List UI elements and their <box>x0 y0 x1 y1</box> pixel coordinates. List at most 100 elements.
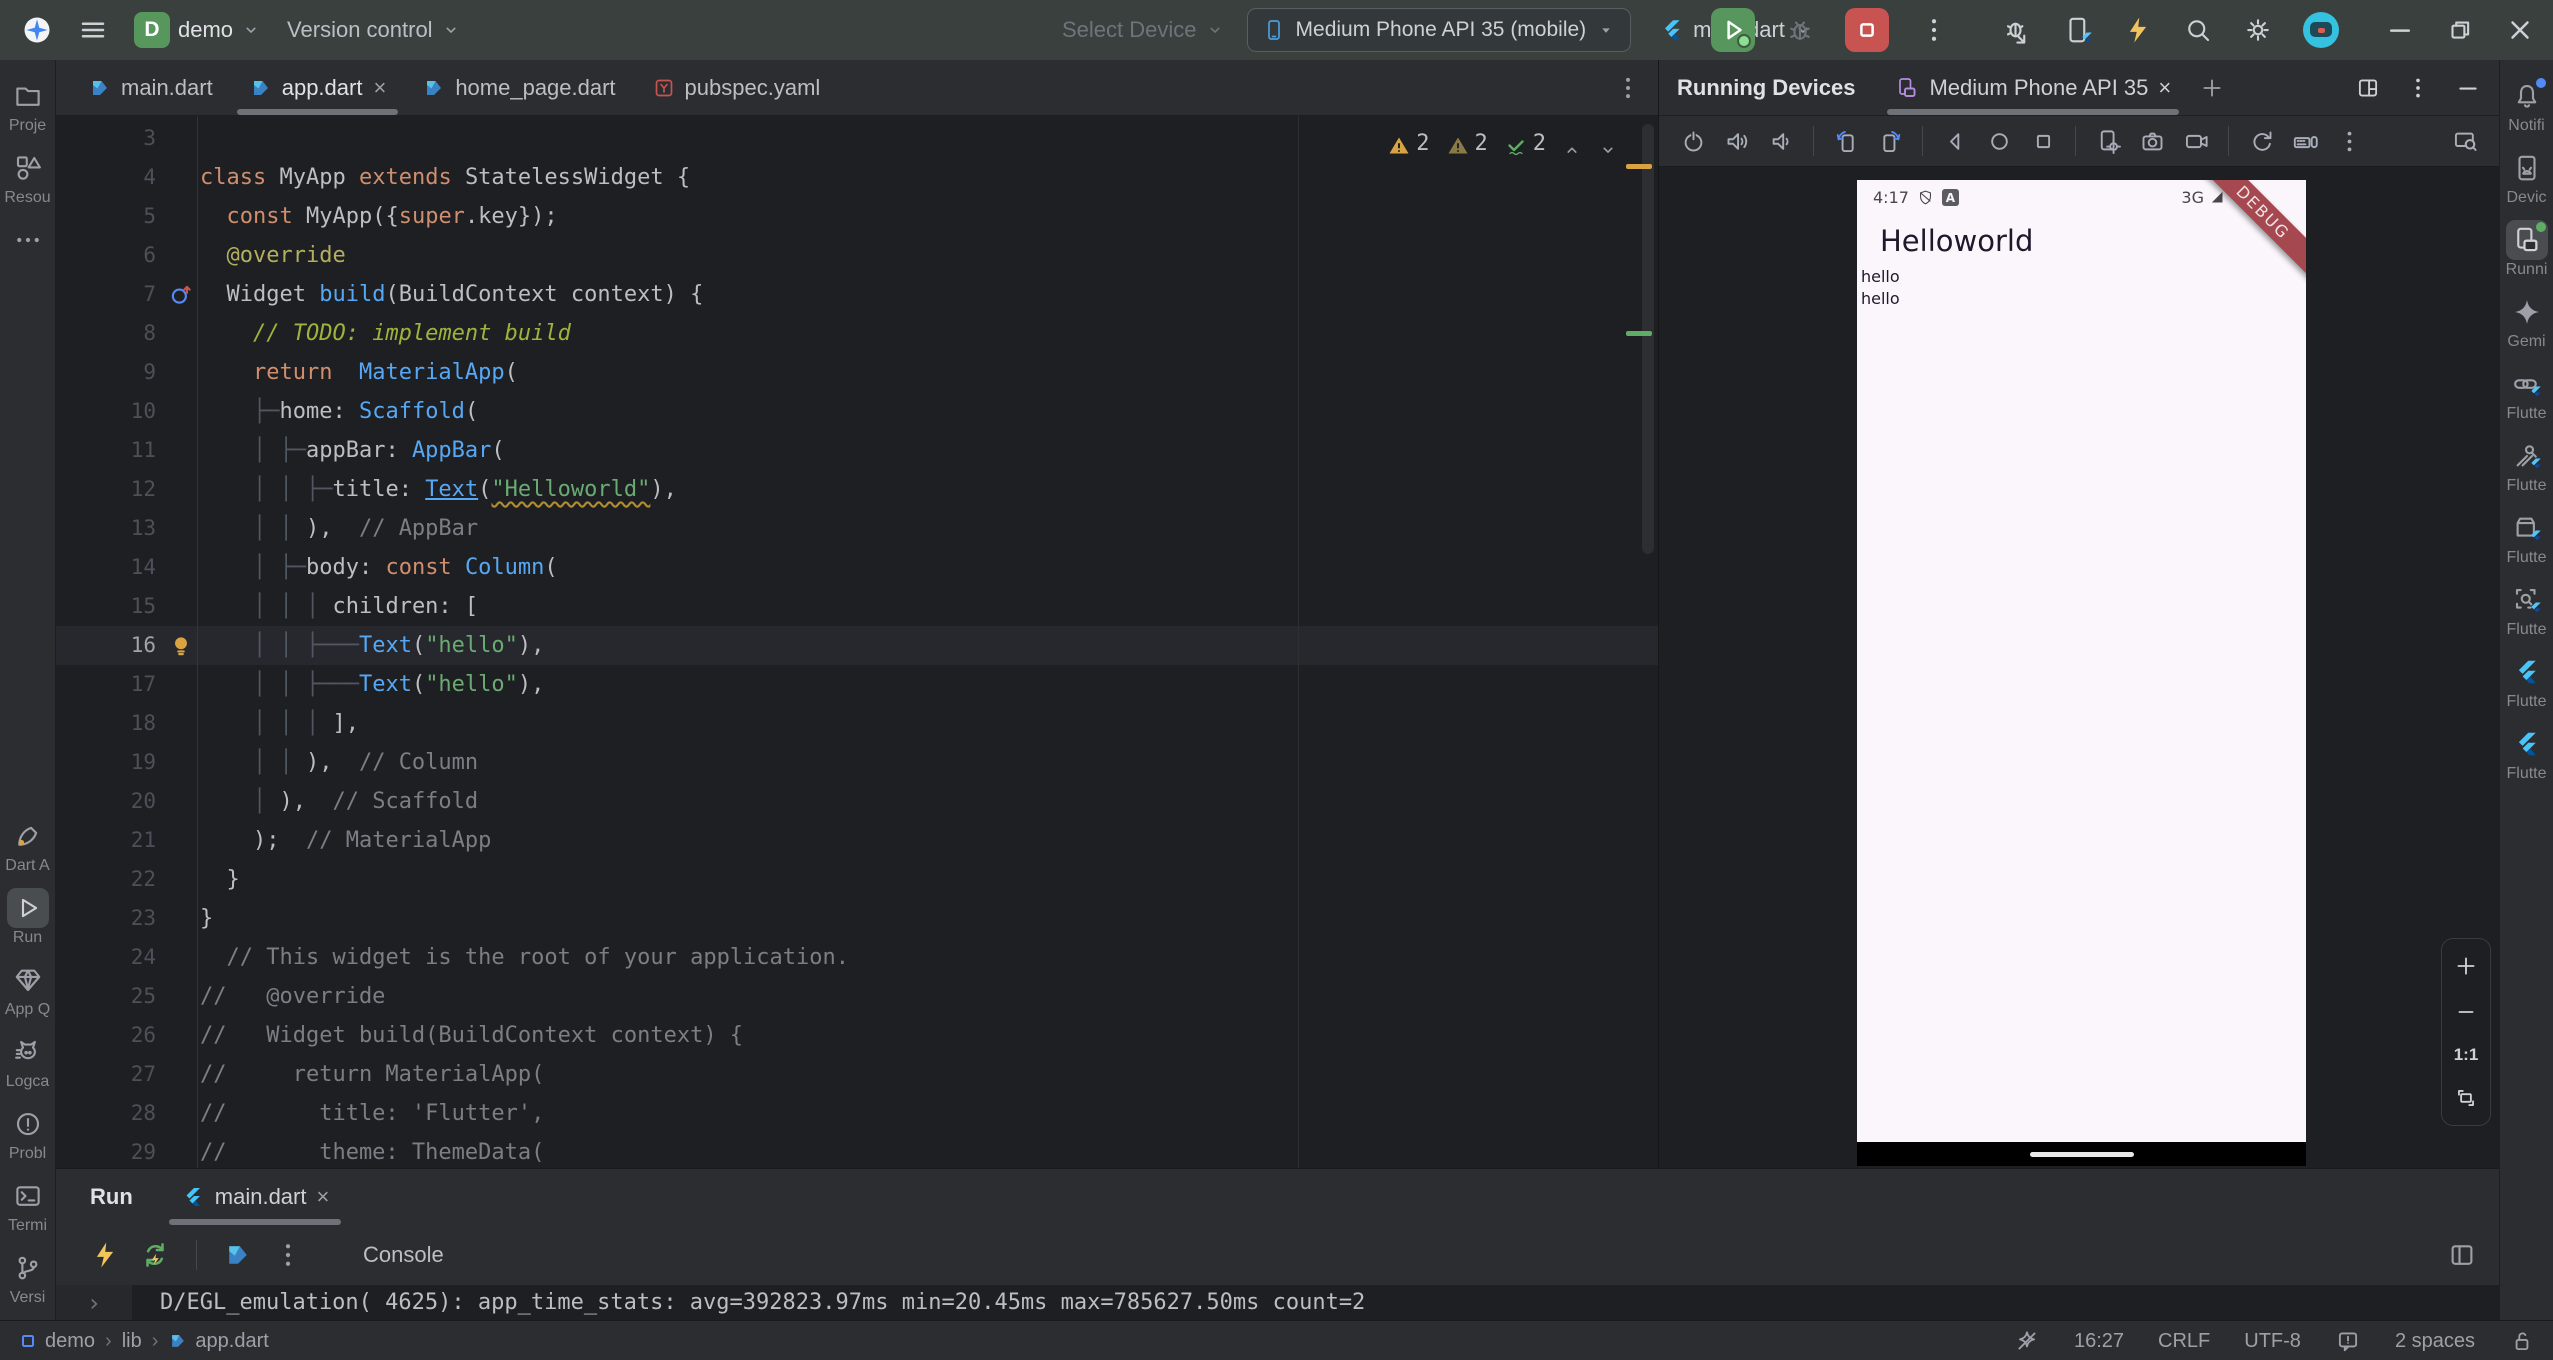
tool-window-button-terminal[interactable]: Termi <box>0 1176 55 1235</box>
editor-tab-app.dart[interactable]: app.dart× <box>231 60 405 115</box>
tool-window-button-more-tool-windows[interactable] <box>0 220 55 261</box>
zoom-out-button[interactable] <box>2453 999 2479 1025</box>
run-tab[interactable]: main.dart × <box>169 1169 342 1225</box>
code-line-27[interactable]: 27// return MaterialApp( <box>56 1055 1658 1094</box>
tool-window-button-notifications[interactable]: Notifi <box>2500 76 2553 135</box>
tool-window-button-flutter-tool[interactable]: Flutte <box>2500 724 2553 783</box>
project-widget[interactable]: D demo <box>134 12 261 48</box>
stop-button[interactable] <box>1845 8 1889 52</box>
code-line-9[interactable]: 9 return MaterialApp( <box>56 353 1658 392</box>
error-stripe-warning-mark[interactable] <box>1626 164 1652 169</box>
tool-window-button-gemini[interactable]: Gemi <box>2500 292 2553 351</box>
tool-window-button-flutter-outline[interactable]: Flutte <box>2500 508 2553 567</box>
flutter-attach-button[interactable] <box>2063 15 2093 45</box>
breadcrumb-item-app.dart[interactable]: app.dart <box>168 1330 268 1353</box>
more-actions-button[interactable] <box>1919 15 1949 45</box>
encoding-indicator[interactable]: UTF-8 <box>2244 1330 2301 1353</box>
tab-options-button[interactable] <box>1614 74 1642 102</box>
console-tab[interactable]: Console <box>363 1242 444 1268</box>
tool-window-button-flutter-performance[interactable]: Flutte <box>2500 652 2553 711</box>
breadcrumb-item-demo[interactable]: demo <box>18 1330 95 1353</box>
editor-tab-pubspec.yaml[interactable]: pubspec.yaml <box>634 60 839 115</box>
tool-window-button-flutter-deep-links[interactable]: Flutte <box>2500 364 2553 423</box>
highlighting-level-icon[interactable] <box>2335 1328 2361 1354</box>
tool-window-button-running-devices[interactable]: Runni <box>2500 220 2553 279</box>
write-access-icon[interactable] <box>2509 1328 2535 1354</box>
code-line-8[interactable]: 8 // TODO: implement build <box>56 314 1658 353</box>
code-line-22[interactable]: 22 } <box>56 860 1658 899</box>
code-line-26[interactable]: 26// Widget build(BuildContext context) … <box>56 1016 1658 1055</box>
search-everywhere-button[interactable] <box>2183 15 2213 45</box>
close-tab-icon[interactable]: × <box>2158 75 2171 101</box>
code-line-10[interactable]: 10 ├─home: Scaffold( <box>56 392 1658 431</box>
error-stripe-ok-mark[interactable] <box>1626 331 1652 336</box>
code-line-23[interactable]: 23} <box>56 899 1658 938</box>
device-selector[interactable]: Medium Phone API 35 (mobile) <box>1247 8 1632 52</box>
close-button[interactable] <box>2505 15 2535 45</box>
override-marker-icon[interactable] <box>168 281 200 309</box>
code-line-4[interactable]: 4class MyApp extends StatelessWidget { <box>56 158 1658 197</box>
layout-button[interactable] <box>2355 75 2381 101</box>
code-line-16[interactable]: 16 │ │ ├───Text("hello"), <box>56 626 1658 665</box>
zoom-fit-button[interactable] <box>2453 1085 2479 1111</box>
code-line-19[interactable]: 19 │ │ ), // Column <box>56 743 1658 782</box>
code-line-7[interactable]: 7 Widget build(BuildContext context) { <box>56 275 1658 314</box>
code-line-28[interactable]: 28// title: 'Flutter', <box>56 1094 1658 1133</box>
ai-assistant-status-icon[interactable] <box>2014 1328 2040 1354</box>
tool-window-button-resource-manager[interactable]: Resou <box>0 148 55 207</box>
rotr-button[interactable] <box>1872 123 1908 159</box>
editor-tab-main.dart[interactable]: main.dart <box>70 60 231 115</box>
code-line-5[interactable]: 5 const MyApp({super.key}); <box>56 197 1658 236</box>
hot-reload-button[interactable] <box>2123 15 2153 45</box>
minimize-button[interactable] <box>2385 15 2415 45</box>
code-line-6[interactable]: 6 @override <box>56 236 1658 275</box>
hot-reload-button[interactable] <box>90 1240 120 1270</box>
tool-window-button-flutter-inspector[interactable]: Flutte <box>2500 580 2553 639</box>
restart-button[interactable] <box>2243 123 2279 159</box>
code-line-11[interactable]: 11 │ ├─appBar: AppBar( <box>56 431 1658 470</box>
hide-panel-button[interactable] <box>2455 75 2481 101</box>
code-line-14[interactable]: 14 │ ├─body: const Column( <box>56 548 1658 587</box>
voldown-button[interactable] <box>1763 123 1799 159</box>
inspections-widget[interactable]: 2 2 2 <box>1387 124 1618 163</box>
code-line-24[interactable]: 24 // This widget is the root of your ap… <box>56 938 1658 977</box>
console-fold-icon[interactable]: › <box>56 1285 132 1320</box>
select-device-dropdown[interactable]: Select Device <box>1062 17 1225 43</box>
code-line-13[interactable]: 13 │ │ ), // AppBar <box>56 509 1658 548</box>
phonegear-button[interactable] <box>2090 123 2126 159</box>
editor-tab-home_page.dart[interactable]: home_page.dart <box>404 60 633 115</box>
device-tab[interactable]: Medium Phone API 35 × <box>1885 60 2181 115</box>
code-editor[interactable]: 2 2 2 34class MyApp extends StatelessWid… <box>56 116 1658 1168</box>
code-line-18[interactable]: 18 │ │ │ ], <box>56 704 1658 743</box>
tool-window-button-dart-analysis[interactable]: Dart A <box>0 816 55 875</box>
caret-position[interactable]: 16:27 <box>2074 1330 2124 1353</box>
editor-scrollbar[interactable] <box>1642 124 1654 554</box>
close-tab-icon[interactable]: × <box>316 1184 329 1210</box>
back-button[interactable] <box>1937 123 1973 159</box>
settings-button[interactable] <box>2243 15 2273 45</box>
kebab-button[interactable] <box>2331 123 2367 159</box>
code-line-21[interactable]: 21 ); // MaterialApp <box>56 821 1658 860</box>
tool-window-button-problems[interactable]: Probl <box>0 1104 55 1163</box>
prev-problem-button[interactable] <box>1562 134 1582 154</box>
recents-button[interactable] <box>2025 123 2061 159</box>
code-line-17[interactable]: 17 │ │ ├───Text("hello"), <box>56 665 1658 704</box>
phone-navigation-bar[interactable] <box>1857 1142 2306 1166</box>
tool-window-button-version-control[interactable]: Versi <box>0 1248 55 1307</box>
code-line-29[interactable]: 29// theme: ThemeData( <box>56 1133 1658 1168</box>
main-menu-button[interactable] <box>78 15 108 45</box>
version-control-widget[interactable]: Version control <box>287 17 461 43</box>
attach-debugger-button[interactable] <box>2003 15 2033 45</box>
tool-window-button-app-quality-insights[interactable]: App Q <box>0 960 55 1019</box>
close-tab-icon[interactable]: × <box>373 75 386 101</box>
code-line-25[interactable]: 25// @override <box>56 977 1658 1016</box>
rotl-button[interactable] <box>1828 123 1864 159</box>
phone-screen[interactable]: 4:17 A 3G DEBUG Helloworld hel <box>1857 180 2306 1142</box>
tool-window-button-device-manager[interactable]: Devic <box>2500 148 2553 207</box>
camera-button[interactable] <box>2134 123 2170 159</box>
debug-button[interactable] <box>1785 15 1815 45</box>
hot-restart-button[interactable] <box>140 1240 170 1270</box>
zoom-in-button[interactable] <box>2453 953 2479 979</box>
add-device-button[interactable] <box>2199 75 2225 101</box>
console-options-button[interactable] <box>273 1240 303 1270</box>
